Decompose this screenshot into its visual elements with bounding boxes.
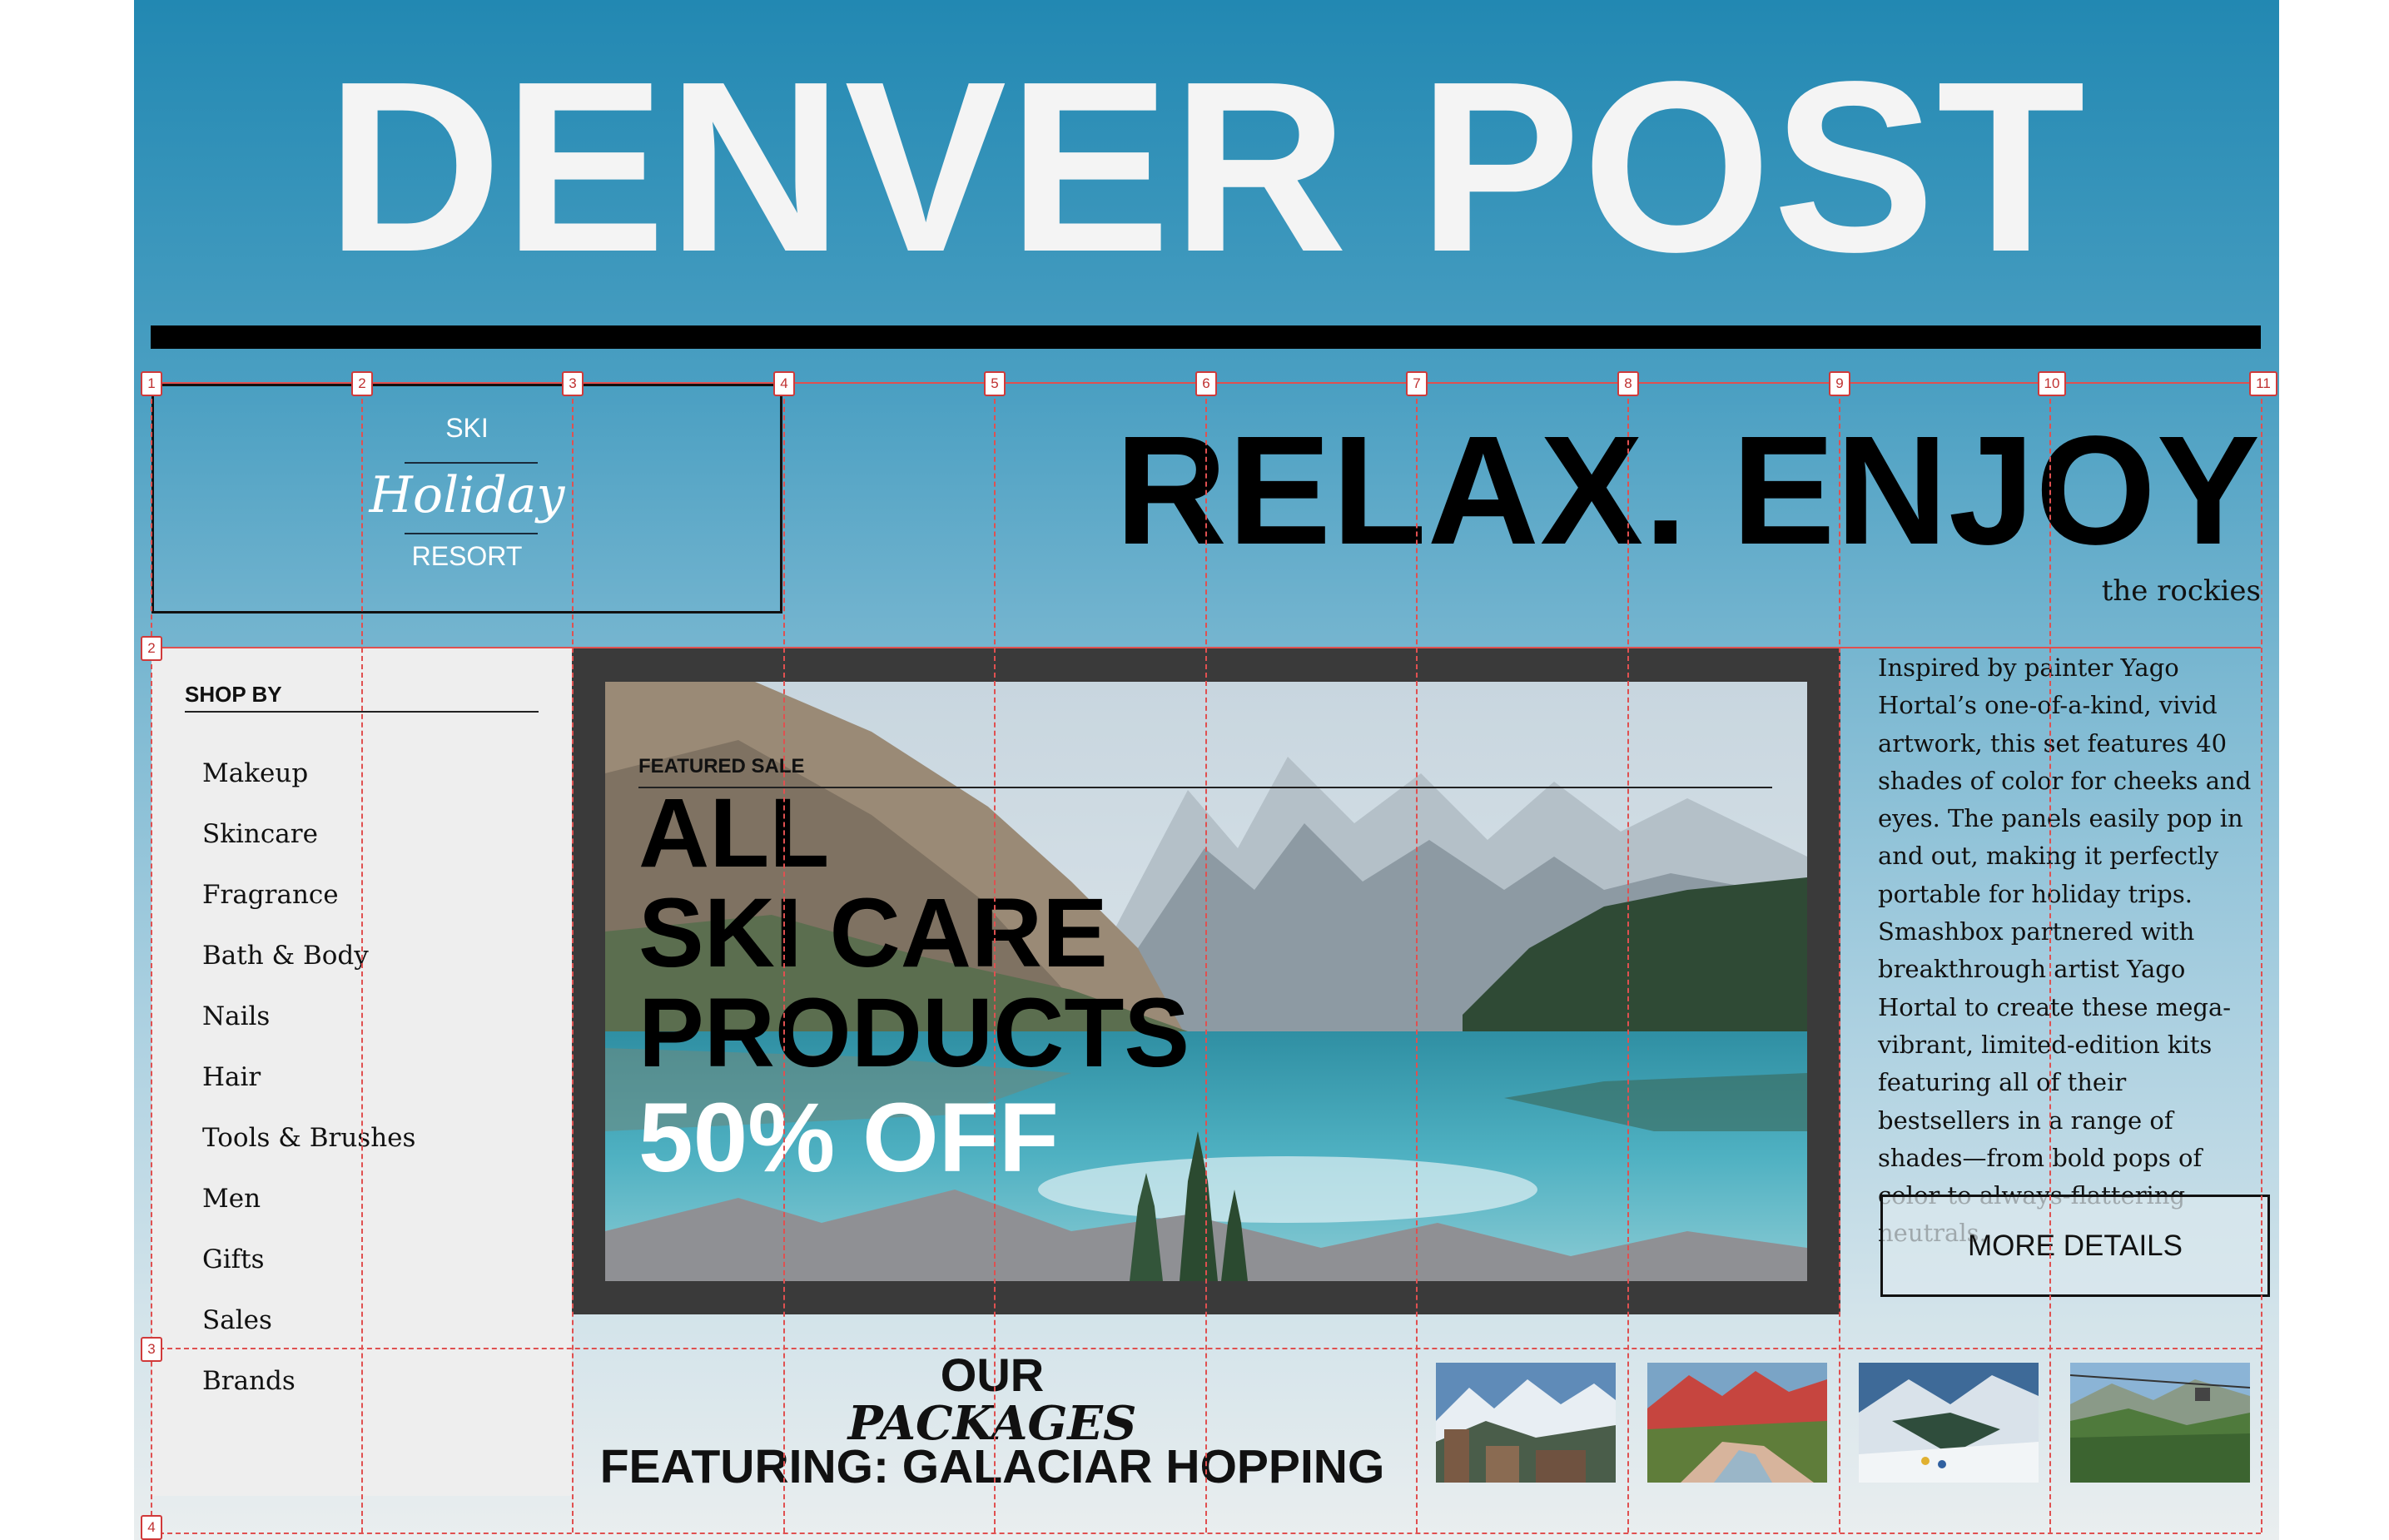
grid-row-label: 3	[141, 1337, 162, 1362]
hero-discount-text: 50% OFF	[638, 1083, 1059, 1193]
grid-column-label: 6	[1195, 371, 1217, 396]
masthead-rule	[151, 325, 2261, 349]
sidebar-title: SHOP BY	[185, 682, 282, 707]
page-canvas: DENVER POST SKI Holiday RESORT RELAX. EN…	[134, 0, 2279, 1540]
packages-strip: OUR PACKAGES FEATURING: GALACIAR HOPPING	[572, 1349, 2265, 1533]
page-subheadline: the rockies	[2101, 574, 2261, 608]
grid-column-label: 4	[773, 371, 795, 396]
logo-divider	[405, 533, 538, 534]
product-description: Inspired by painter Yago Hortal’s one-of…	[1878, 653, 2252, 1247]
logo-divider	[405, 462, 538, 464]
sidebar-item-nails[interactable]: Nails	[202, 1001, 270, 1031]
logo-script-text: Holiday	[369, 466, 565, 524]
grid-column-label: 1	[141, 371, 162, 396]
hero-headline-line2: SKI CARE	[638, 878, 1108, 988]
skiers-valley-photo[interactable]	[1859, 1363, 2039, 1483]
sidebar-item-bath-body[interactable]: Bath & Body	[202, 941, 369, 971]
masthead-title: DENVER POST	[325, 31, 2088, 302]
grid-column-label: 5	[984, 371, 1006, 396]
logo-bottom-text: RESORT	[411, 541, 523, 571]
sidebar-item-skincare[interactable]: Skincare	[202, 819, 318, 849]
grid-column-label: 8	[1617, 371, 1639, 396]
mountain-town-photo[interactable]	[1436, 1363, 1616, 1483]
logo-top-text: SKI	[445, 413, 489, 443]
grid-row-label: 2	[141, 636, 162, 661]
grid-column-label: 11	[2249, 371, 2277, 396]
grid-column-label: 3	[562, 371, 584, 396]
grid-column-label: 10	[2038, 371, 2066, 396]
hero-headline-line3: PRODUCTS	[638, 978, 1190, 1088]
sidebar-item-brands[interactable]: Brands	[202, 1366, 296, 1396]
packages-heading-line3: FEATURING: GALACIAR HOPPING	[599, 1440, 1385, 1493]
sidebar-item-men[interactable]: Men	[202, 1184, 261, 1214]
grid-row-label: 4	[141, 1515, 162, 1540]
sidebar-item-gifts[interactable]: Gifts	[202, 1244, 265, 1274]
sidebar-item-tools-brushes[interactable]: Tools & Brushes	[202, 1123, 415, 1153]
sidebar-item-fragrance[interactable]: Fragrance	[202, 880, 339, 910]
resort-logo[interactable]: SKI Holiday RESORT	[151, 384, 782, 614]
sidebar-item-sales[interactable]: Sales	[202, 1305, 272, 1335]
hero-headline-line1: ALL	[638, 778, 830, 888]
red-peaks-river-photo[interactable]	[1647, 1363, 1827, 1483]
sidebar-item-makeup[interactable]: Makeup	[202, 758, 308, 788]
grid-column-label: 9	[1829, 371, 1850, 396]
grid-column-label: 2	[351, 371, 373, 396]
gondola-valley-photo[interactable]	[2070, 1363, 2250, 1483]
grid-column-label: 7	[1406, 371, 1428, 396]
packages-heading-line1: OUR	[940, 1349, 1045, 1401]
featured-sale-tag: FEATURED SALE	[638, 755, 805, 777]
page-headline: RELAX. ENJOY	[1115, 405, 2261, 577]
sidebar-item-hair[interactable]: Hair	[202, 1062, 261, 1092]
more-details-button[interactable]: MORE DETAILS	[1880, 1195, 2270, 1297]
